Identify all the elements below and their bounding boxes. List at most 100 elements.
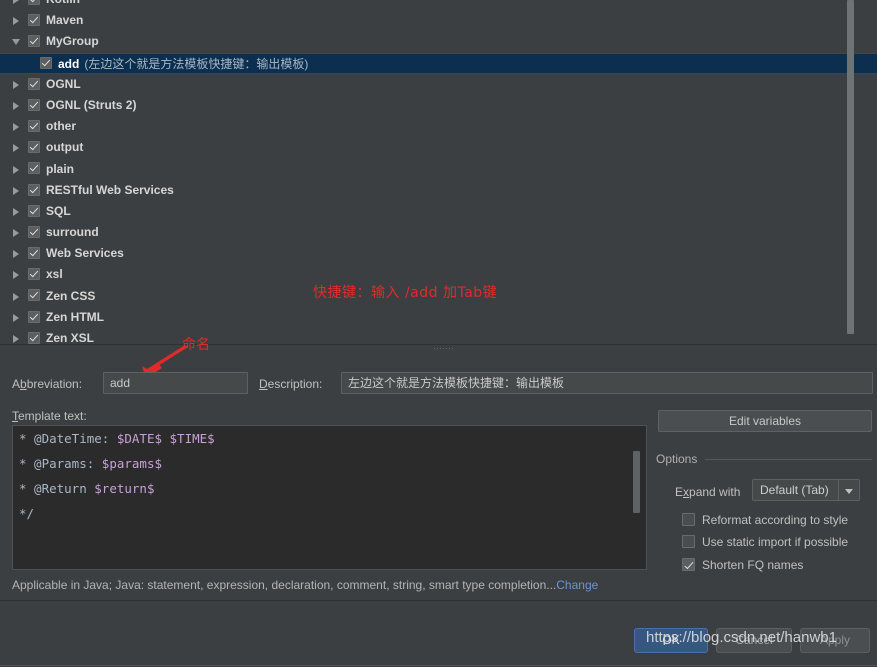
tree-row[interactable]: MyGroup xyxy=(0,31,877,52)
tree-row[interactable]: Maven xyxy=(0,10,877,31)
tree-row-checkbox[interactable] xyxy=(28,331,40,344)
ok-button[interactable]: OK xyxy=(634,628,708,653)
chevron-right-icon[interactable] xyxy=(12,10,23,31)
chevron-right-icon[interactable] xyxy=(12,95,23,116)
chevron-right-icon[interactable] xyxy=(12,243,23,264)
code-variable: $DATE$ xyxy=(116,431,162,446)
expand-with-value: Default (Tab) xyxy=(760,483,829,497)
tree-row-label: Kotlin xyxy=(46,0,80,6)
chevron-right-icon[interactable] xyxy=(12,116,23,137)
tree-row[interactable]: OGNL xyxy=(0,74,877,95)
tree-row-checkbox[interactable] xyxy=(28,162,40,175)
tree-row-checkbox[interactable] xyxy=(28,14,40,27)
chevron-right-icon[interactable] xyxy=(12,159,23,180)
live-templates-tree[interactable]: Kotlin Maven MyGroup add (左边这个就是方法模板快捷键：输出模板… xyxy=(0,0,877,344)
tree-row-label: Zen HTML xyxy=(46,310,104,325)
template-code-lines[interactable]: * @DateTime: $DATE$ $TIME$ * @Params: $pa… xyxy=(13,426,646,526)
tree-row[interactable]: SQL xyxy=(0,201,877,222)
code-variable: $return$ xyxy=(94,481,155,496)
tree-row[interactable]: Kotlin xyxy=(0,0,877,10)
tree-row[interactable]: other xyxy=(0,116,877,137)
abbreviation-input[interactable]: add xyxy=(103,372,248,394)
tree-row-checkbox[interactable] xyxy=(28,183,40,196)
template-text-label: Template text: xyxy=(12,409,87,423)
tree-row-checkbox[interactable] xyxy=(28,0,40,5)
tree-row[interactable]: RESTful Web Services xyxy=(0,180,877,201)
template-code-line[interactable]: * @Return $return$ xyxy=(13,476,646,501)
chevron-right-icon[interactable] xyxy=(12,222,23,243)
annotation-shortcut-note: 快捷键：输入 /add 加Tab键 xyxy=(313,285,498,301)
chevron-right-icon[interactable] xyxy=(12,307,23,328)
splitter-grip-icon[interactable] xyxy=(433,347,453,351)
code-variable: $params$ xyxy=(101,456,163,471)
chevron-down-icon[interactable] xyxy=(838,480,859,500)
tree-row-checkbox[interactable] xyxy=(28,310,40,323)
template-text-editor[interactable]: * @DateTime: $DATE$ $TIME$ * @Params: $pa… xyxy=(12,425,647,570)
tree-row-label: add xyxy=(58,56,80,71)
expand-with-select[interactable]: Default (Tab) xyxy=(752,479,860,501)
options-group-legend: Options xyxy=(656,452,698,466)
chevron-right-icon[interactable] xyxy=(12,201,23,222)
chevron-right-icon[interactable] xyxy=(12,74,23,95)
tree-row-checkbox[interactable] xyxy=(28,35,40,48)
tree-row-checkbox[interactable] xyxy=(28,141,40,154)
tree-row-checkbox[interactable] xyxy=(28,289,40,302)
tree-row[interactable]: Zen XSL xyxy=(0,328,877,344)
template-code-line[interactable]: * @DateTime: $DATE$ $TIME$ xyxy=(13,426,646,451)
abbreviation-label: Abbreviation: xyxy=(12,377,82,391)
code-text: * @Return xyxy=(19,481,95,496)
cancel-button[interactable]: Cancel xyxy=(716,628,792,653)
change-context-link[interactable]: Change xyxy=(556,578,598,592)
tree-row[interactable]: output xyxy=(0,137,877,158)
tree-row[interactable]: surround xyxy=(0,222,877,243)
chevron-right-icon[interactable] xyxy=(12,180,23,201)
tree-row-label: Zen CSS xyxy=(46,288,96,303)
tree-row-checkbox[interactable] xyxy=(28,119,40,132)
option-checkbox[interactable] xyxy=(682,513,695,527)
chevron-right-icon[interactable] xyxy=(12,0,23,10)
tree-row-label: RESTful Web Services xyxy=(46,182,174,197)
description-input[interactable]: 左边这个就是方法模板快捷键：输出模板 xyxy=(341,372,873,394)
tree-row-label: Zen XSL xyxy=(46,331,95,344)
template-code-line[interactable]: * @Params: $params$ xyxy=(13,451,646,476)
template-code-line[interactable]: */ xyxy=(13,501,646,526)
expand-with-label: Expand with xyxy=(675,485,740,499)
tree-row[interactable]: Zen HTML xyxy=(0,307,877,328)
abbreviation-label-mnemonic: b xyxy=(20,377,27,391)
edit-variables-button[interactable]: Edit variables xyxy=(658,410,872,432)
tree-row-checkbox[interactable] xyxy=(40,57,52,70)
expand-with-label-suffix: pand with xyxy=(689,485,741,499)
option-checkbox[interactable] xyxy=(682,558,695,572)
chevron-right-icon[interactable] xyxy=(12,137,23,158)
tree-row[interactable]: Web Services xyxy=(0,243,877,264)
tree-scrollbar-thumb[interactable] xyxy=(847,0,854,334)
apply-button[interactable]: Apply xyxy=(800,628,870,653)
chevron-down-icon[interactable] xyxy=(12,31,23,52)
tree-row[interactable]: add (左边这个就是方法模板快捷键：输出模板) xyxy=(0,52,877,74)
option-checkbox-label: Shorten FQ names xyxy=(702,558,804,572)
option-checkbox-row[interactable]: Shorten FQ names xyxy=(682,556,803,574)
tree-row-checkbox[interactable] xyxy=(28,247,40,260)
tree-row-checkbox[interactable] xyxy=(28,77,40,90)
editor-scrollbar-thumb[interactable] xyxy=(633,451,640,513)
chevron-right-icon[interactable] xyxy=(12,264,23,285)
tree-row[interactable]: plain xyxy=(0,159,877,180)
tree-row-label: surround xyxy=(46,225,99,240)
description-label: Description: xyxy=(259,377,322,391)
option-checkbox[interactable] xyxy=(682,535,695,549)
tree-vertical-scrollbar[interactable] xyxy=(846,0,855,344)
chevron-right-icon[interactable] xyxy=(12,286,23,307)
tree-row-checkbox[interactable] xyxy=(28,268,40,281)
option-checkbox-row[interactable]: Reformat according to style xyxy=(682,511,848,529)
code-text: */ xyxy=(19,506,35,521)
tree-row-checkbox[interactable] xyxy=(28,98,40,111)
chevron-right-icon[interactable] xyxy=(12,328,23,344)
tree-row-checkbox[interactable] xyxy=(28,204,40,217)
option-checkbox-row[interactable]: Use static import if possible xyxy=(682,533,848,551)
applicable-context-text: Applicable in Java; Java: statement, exp… xyxy=(12,578,557,592)
template-text-label-suffix: emplate text: xyxy=(18,409,87,423)
tree-row-label: xsl xyxy=(46,267,63,282)
tree-row-checkbox[interactable] xyxy=(28,225,40,238)
code-variable: $TIME$ xyxy=(169,431,215,446)
tree-row[interactable]: OGNL (Struts 2) xyxy=(0,95,877,116)
